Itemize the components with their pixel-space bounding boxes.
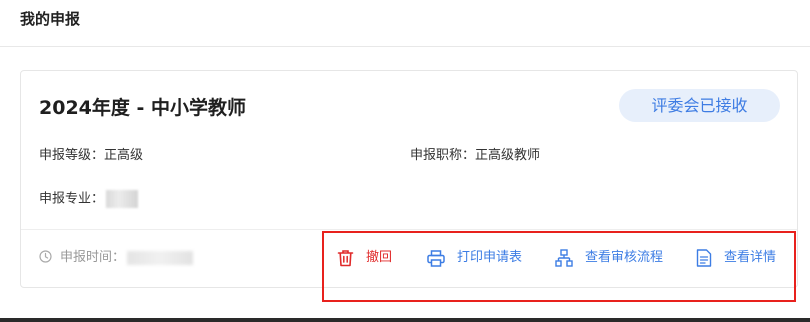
card-divider [21,229,797,230]
view-review-flow-button[interactable]: 查看审核流程 [555,247,663,269]
printer-icon [427,249,445,267]
card-title: 2024年度 - 中小学教师 [39,97,246,119]
bottom-border [0,318,810,322]
submit-time-label: 申报时间： [60,250,126,265]
major-field: 申报专业： [39,190,139,209]
view-review-flow-label: 查看审核流程 [585,250,664,265]
print-application-button[interactable]: 打印申请表 [427,247,522,269]
withdraw-button[interactable]: 撤回 [337,247,392,269]
page-header: 我的申报 [0,0,810,47]
major-field-label: 申报专业： [39,191,105,207]
view-details-label: 查看详情 [724,250,777,265]
trash-icon [337,250,354,267]
page-title: 我的申报 [20,10,81,28]
print-application-label: 打印申请表 [457,250,523,265]
flowchart-icon [555,249,573,267]
redacted-value [106,190,139,208]
document-icon [696,249,712,267]
view-details-button[interactable]: 查看详情 [696,247,776,269]
application-card: 2024年度 - 中小学教师 评委会已接收 申报等级：正高级 申报职称：正高级教… [20,70,798,288]
redacted-time [127,250,194,265]
level-field: 申报等级：正高级 [39,148,144,163]
submit-time: 申报时间： [39,249,194,267]
status-badge: 评委会已接收 [619,89,780,122]
job-title-field: 申报职称：正高级教师 [410,148,541,163]
clock-icon [39,250,52,263]
withdraw-label: 撤回 [366,250,393,265]
